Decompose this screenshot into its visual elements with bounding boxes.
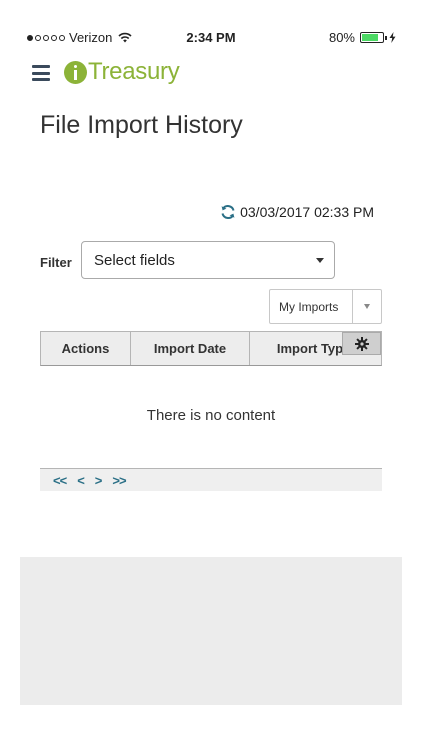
- itreasury-logo: Treasury: [64, 58, 180, 86]
- filter-label: Filter: [40, 255, 72, 270]
- filter-fields-select[interactable]: Select fields: [81, 241, 335, 279]
- next-page-button[interactable]: >: [95, 473, 103, 488]
- battery-icon: [360, 32, 387, 43]
- previous-page-button[interactable]: <: [77, 473, 85, 488]
- first-page-button[interactable]: <<: [53, 473, 67, 488]
- refresh-icon: [221, 205, 235, 219]
- dropdown-toggle-button[interactable]: [352, 290, 381, 323]
- battery-percent: 80%: [328, 30, 355, 45]
- hamburger-menu-icon[interactable]: [32, 65, 50, 81]
- column-settings-button[interactable]: [342, 332, 381, 355]
- bottom-panel: [20, 557, 402, 705]
- column-header-actions[interactable]: Actions: [41, 332, 131, 365]
- last-page-button[interactable]: >>: [112, 473, 126, 488]
- filter-select-placeholder: Select fields: [94, 252, 175, 269]
- grid-pager: << < > >>: [40, 468, 382, 491]
- grid-header: Actions Import Date Import Typ: [40, 331, 382, 366]
- last-refresh-timestamp: 03/03/2017 02:33 PM: [240, 204, 374, 220]
- charging-bolt-icon: [389, 32, 396, 43]
- empty-state-message: There is no content: [146, 407, 276, 424]
- page-title: File Import History: [40, 111, 243, 139]
- refresh-button[interactable]: 03/03/2017 02:33 PM: [220, 204, 374, 220]
- battery-status: 80%: [329, 30, 396, 45]
- chevron-down-icon: [316, 258, 324, 263]
- logo-text: Treasury: [88, 58, 180, 85]
- column-header-import-date[interactable]: Import Date: [131, 332, 250, 365]
- import-history-grid: Actions Import Date Import Typ There is …: [40, 331, 382, 491]
- logo-i-mark-icon: [64, 60, 87, 84]
- imports-scope-value: My Imports: [279, 300, 339, 314]
- caret-down-icon: [364, 304, 370, 309]
- imports-scope-dropdown[interactable]: My Imports: [269, 289, 382, 324]
- gear-icon: [354, 336, 369, 351]
